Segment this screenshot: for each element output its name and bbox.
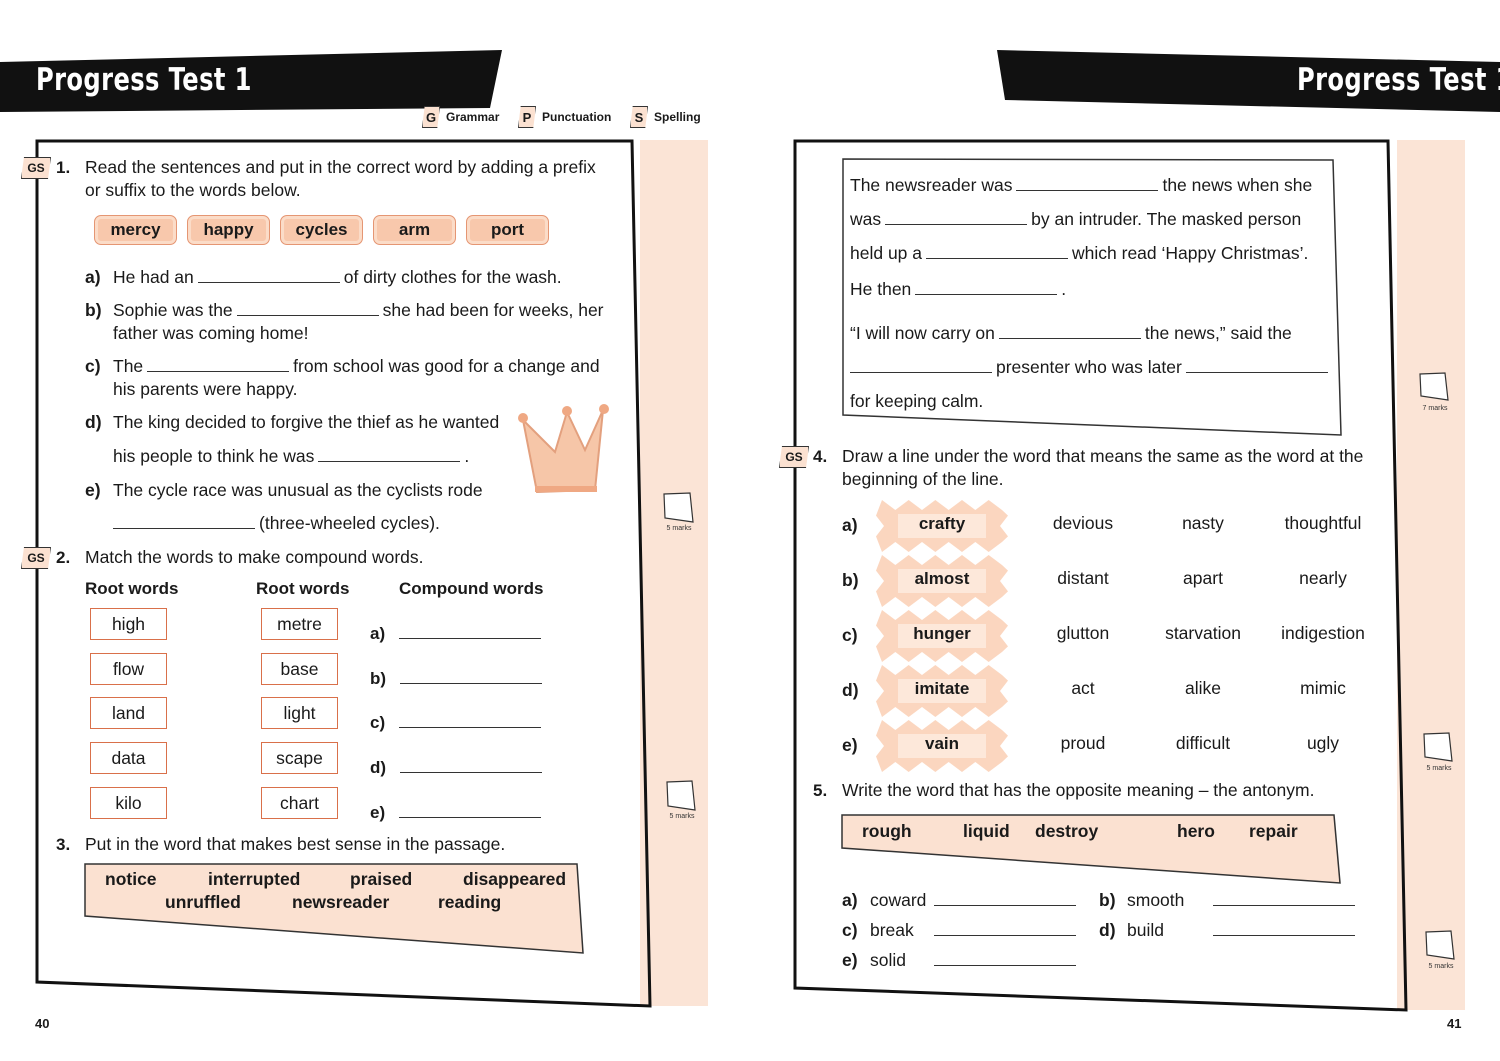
answer-blank[interactable]	[1213, 922, 1355, 936]
bank-word: repair	[1249, 821, 1298, 841]
bank-word: destroy	[1035, 821, 1099, 841]
synonym-option[interactable]: nearly	[1263, 568, 1383, 589]
synonym-option[interactable]: indigestion	[1263, 623, 1383, 644]
synonym-option[interactable]: nasty	[1143, 513, 1263, 534]
starburst-word: vain	[876, 720, 1008, 772]
bank-word: hero	[1177, 821, 1215, 841]
synonym-option[interactable]: difficult	[1143, 733, 1263, 754]
q4-row-letter: a)	[842, 515, 858, 535]
q5-item-e: e) solid	[842, 950, 1080, 971]
synonym-option[interactable]: thoughtful	[1263, 513, 1383, 534]
passage-line: The newsreader was the news when she	[850, 175, 1313, 195]
q4-gs-badge: GS	[779, 446, 809, 468]
answer-blank[interactable]	[926, 245, 1069, 259]
synonym-option[interactable]: ugly	[1263, 733, 1383, 754]
synonym-option[interactable]: starvation	[1143, 623, 1263, 644]
target-word: almost	[914, 569, 970, 588]
passage-line: presenter who was later	[846, 357, 1332, 378]
passage-line: held up a which read ‘Happy Christmas’.	[850, 243, 1309, 263]
q4-row-letter: b)	[842, 570, 859, 590]
q4-row-letter: c)	[842, 625, 858, 645]
passage-line: was by an intruder. The masked person	[850, 209, 1302, 229]
q5-marks-box[interactable]: 5 marks	[1424, 930, 1458, 976]
starburst-word: hunger	[876, 610, 1008, 662]
answer-blank[interactable]	[1213, 892, 1355, 906]
q5-item-b: b) smooth	[1099, 890, 1359, 911]
starburst-word: almost	[876, 555, 1008, 607]
q5-instruction: Write the word that has the opposite mea…	[842, 780, 1315, 800]
bank-word: rough	[862, 821, 912, 841]
answer-blank[interactable]	[934, 922, 1076, 936]
bank-word: liquid	[963, 821, 1010, 841]
target-word: vain	[924, 734, 960, 753]
q4-row-letter: e)	[842, 735, 858, 755]
score-box-shape	[1425, 930, 1455, 960]
q5-item-c: c) break	[842, 920, 1080, 941]
answer-blank[interactable]	[885, 211, 1028, 225]
passage-line: “I will now carry on the news,” said the	[850, 323, 1292, 343]
q3-marks-box[interactable]: 7 marks	[1418, 372, 1452, 418]
target-word: imitate	[914, 679, 970, 698]
score-box-shape	[1419, 372, 1449, 401]
synonym-option[interactable]: act	[1023, 678, 1143, 699]
q5-number: 5.	[813, 781, 828, 800]
q4-instruction: Draw a line under the word that means th…	[842, 446, 1364, 489]
q5-word-bank: rough liquid destroy hero repair	[841, 813, 1343, 888]
marks-label: 5 marks	[1428, 963, 1454, 970]
synonym-option[interactable]: glutton	[1023, 623, 1143, 644]
marks-label: 5 marks	[1426, 765, 1452, 772]
passage-line: for keeping calm.	[850, 391, 984, 411]
answer-blank[interactable]	[915, 281, 1058, 295]
score-box-shape	[1423, 732, 1453, 762]
synonym-option[interactable]: distant	[1023, 568, 1143, 589]
answer-blank[interactable]	[934, 952, 1076, 966]
page-number-left: 40	[35, 1016, 50, 1031]
target-word: hunger	[913, 624, 971, 643]
synonym-option[interactable]: alike	[1143, 678, 1263, 699]
answer-blank[interactable]	[1185, 359, 1328, 373]
answer-blank[interactable]	[998, 325, 1141, 339]
synonym-option[interactable]: mimic	[1263, 678, 1383, 699]
q5-item-a: a) coward	[842, 890, 1080, 911]
q4-row-letter: d)	[842, 680, 859, 700]
passage-line: He then.	[850, 279, 1067, 299]
synonym-option[interactable]: proud	[1023, 733, 1143, 754]
q4-number: 4.	[813, 447, 828, 466]
synonym-option[interactable]: apart	[1143, 568, 1263, 589]
page-number-right: 41	[1447, 1016, 1462, 1031]
starburst-word: imitate	[876, 665, 1008, 717]
synonym-option[interactable]: devious	[1023, 513, 1143, 534]
answer-blank[interactable]	[934, 892, 1076, 906]
answer-blank[interactable]	[1016, 177, 1159, 191]
q4-marks-box[interactable]: 5 marks	[1422, 732, 1456, 778]
marks-label: 7 marks	[1422, 405, 1448, 412]
target-word: crafty	[918, 514, 966, 533]
starburst-word: crafty	[876, 500, 1008, 552]
q5-item-d: d) build	[1099, 920, 1359, 941]
answer-blank[interactable]	[850, 359, 992, 373]
